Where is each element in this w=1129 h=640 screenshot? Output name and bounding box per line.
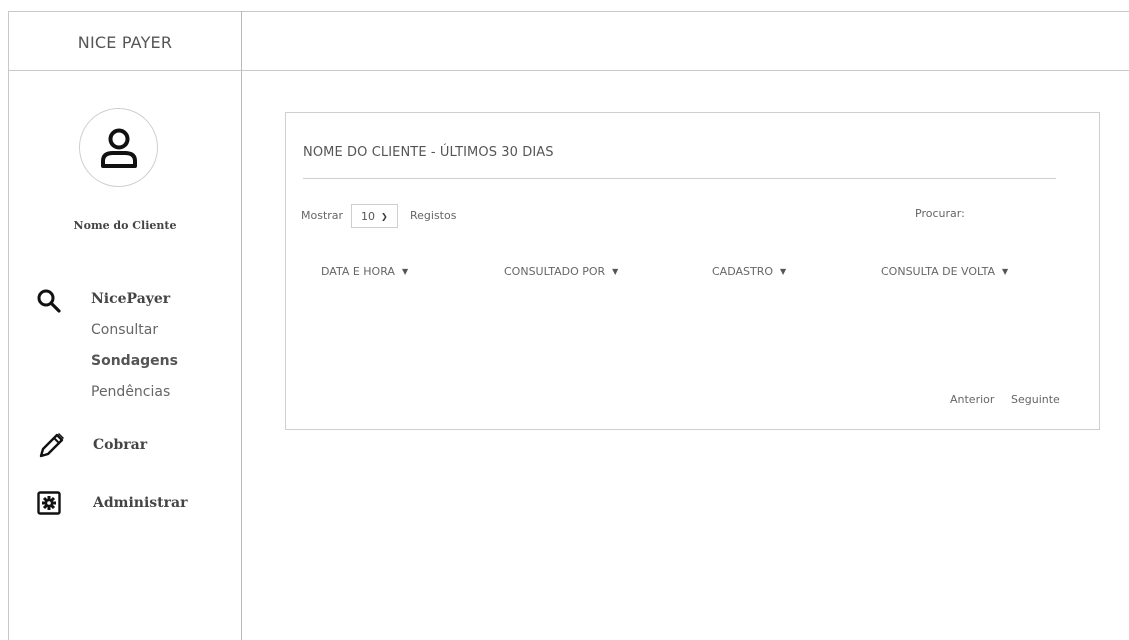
column-header-label: CONSULTA DE VOLTA <box>881 265 996 278</box>
nav-cobrar-title[interactable]: Cobrar <box>93 437 147 453</box>
next-page-button[interactable]: Seguinte <box>1011 393 1060 406</box>
column-header-label: CONSULTADO POR <box>504 265 606 278</box>
column-header-label: DATA E HORA <box>321 265 395 278</box>
avatar[interactable] <box>79 108 158 187</box>
sort-icon: ▼ <box>401 267 409 276</box>
header-divider <box>8 70 1129 71</box>
sidebar-divider <box>241 11 242 640</box>
page-size-select[interactable]: 10 ❯ <box>351 204 398 228</box>
search-label: Procurar: <box>915 207 965 220</box>
previous-page-button[interactable]: Anterior <box>950 393 994 406</box>
column-header-consultado-por[interactable]: CONSULTADO POR ▼ <box>504 265 618 278</box>
records-label: Registos <box>410 209 457 222</box>
sort-icon: ▼ <box>612 267 619 276</box>
card-title: NOME DO CLIENTE - ÚLTIMOS 30 DIAS <box>303 145 554 160</box>
column-header-cadastro[interactable]: CADASTRO ▼ <box>712 265 786 278</box>
page-size-value: 10 <box>361 209 375 223</box>
pencil-icon[interactable] <box>37 430 67 460</box>
top-border <box>8 11 1129 12</box>
card-divider <box>303 178 1056 179</box>
nav-item-pendencias[interactable]: Pendências <box>91 384 170 400</box>
app-brand[interactable]: NICE PAYER <box>9 33 241 52</box>
user-icon <box>100 128 137 168</box>
left-border <box>8 11 9 640</box>
results-card: NOME DO CLIENTE - ÚLTIMOS 30 DIAS Mostra… <box>285 112 1100 430</box>
chevron-down-icon: ❯ <box>381 211 388 221</box>
column-header-data-hora[interactable]: DATA E HORA ▼ <box>321 265 408 278</box>
client-name: Nome do Cliente <box>73 219 177 232</box>
sort-icon: ▼ <box>1002 267 1009 276</box>
column-header-label: CADASTRO <box>712 265 774 278</box>
show-label: Mostrar <box>301 209 344 222</box>
nav-nicepayer-title[interactable]: NicePayer <box>91 291 170 307</box>
gear-icon[interactable] <box>37 491 61 515</box>
nav-item-sondagens[interactable]: Sondagens <box>91 353 178 369</box>
column-header-consulta-de-volta[interactable]: CONSULTA DE VOLTA ▼ <box>881 265 1008 278</box>
nav-administrar-title[interactable]: Administrar <box>93 495 187 511</box>
nav-item-consultar[interactable]: Consultar <box>91 322 158 338</box>
sort-icon: ▼ <box>780 267 787 276</box>
search-icon[interactable] <box>36 288 62 314</box>
